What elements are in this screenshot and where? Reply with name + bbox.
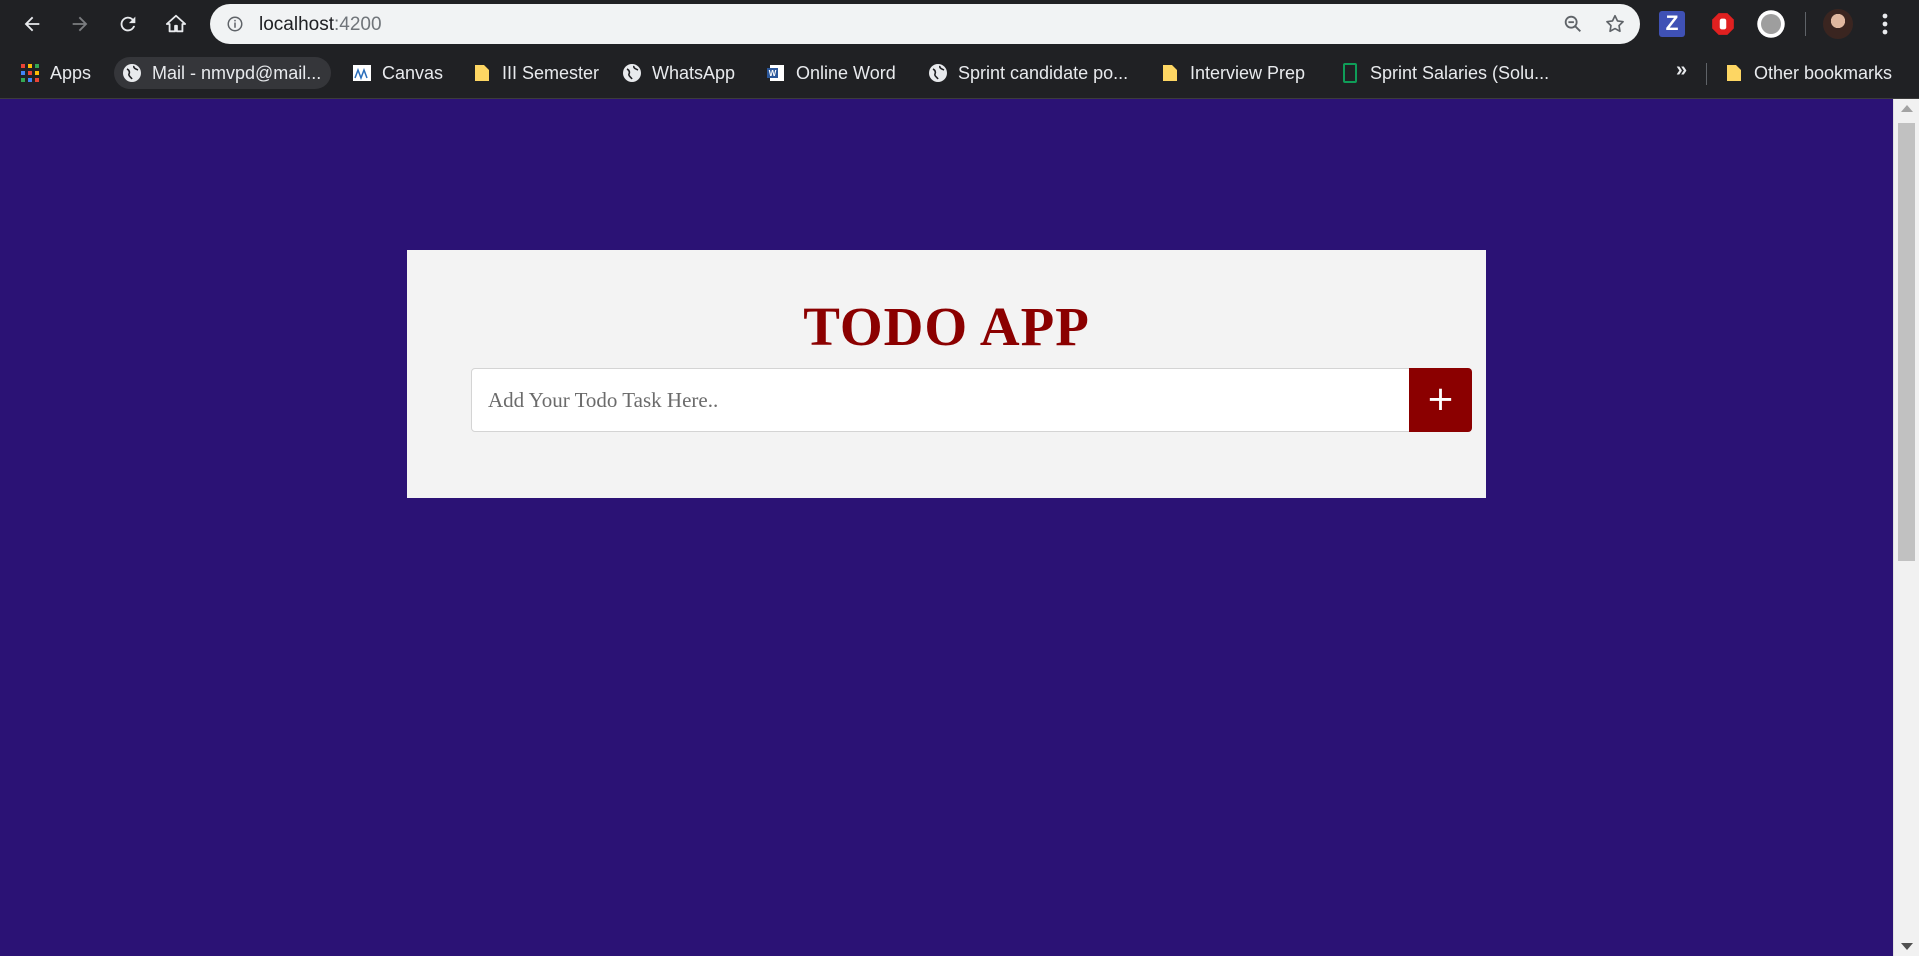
info-icon[interactable] — [226, 15, 244, 33]
bookmark-label: WhatsApp — [652, 62, 736, 83]
folder-icon — [475, 65, 489, 81]
globe-icon — [929, 64, 947, 82]
svg-text:W: W — [769, 69, 777, 78]
bookmark-online-word[interactable]: W Online Word — [760, 57, 902, 89]
url-host: localhost — [259, 14, 334, 35]
page-title: TODO APP — [803, 296, 1090, 357]
bookmark-interview-prep[interactable]: Interview Prep — [1154, 57, 1311, 89]
todo-input[interactable] — [471, 368, 1411, 432]
folder-icon — [1163, 65, 1177, 81]
toolbar-divider — [1805, 12, 1806, 36]
bookmark-apps[interactable]: Apps — [14, 57, 97, 89]
bookmark-label: Mail - nmvpd@mail... — [152, 62, 322, 83]
bookmark-label: Sprint Salaries (Solu... — [1370, 62, 1550, 83]
bookmark-whatsapp[interactable]: WhatsApp — [616, 57, 741, 89]
folder-icon — [1727, 65, 1741, 81]
zoom-out-icon[interactable] — [1562, 13, 1584, 35]
todo-card: TODO APP + — [407, 250, 1486, 498]
bookmark-label: III Semester — [502, 62, 600, 83]
extension-badge-icon[interactable] — [1756, 9, 1786, 39]
profile-avatar[interactable] — [1823, 9, 1853, 39]
scroll-down-arrow-icon[interactable] — [1901, 943, 1913, 950]
url-port: :4200 — [334, 14, 382, 35]
home-icon — [165, 14, 187, 33]
add-todo-button[interactable]: + — [1409, 368, 1472, 432]
home-button[interactable] — [160, 8, 192, 40]
globe-icon — [123, 64, 141, 82]
canvas-icon — [353, 65, 371, 81]
reload-button[interactable] — [112, 8, 144, 40]
bookmarks-overflow-button[interactable]: » — [1676, 59, 1687, 82]
forward-button[interactable] — [64, 8, 96, 40]
z-extension-label: Z — [1665, 12, 1679, 35]
bookmark-label: Sprint candidate po... — [958, 62, 1129, 83]
stop-hand-icon — [1712, 13, 1734, 35]
bookmark-label: Other bookmarks — [1754, 62, 1893, 83]
bookmark-star-icon[interactable] — [1604, 13, 1626, 35]
more-vert-icon[interactable] — [1875, 10, 1895, 38]
vertical-scrollbar[interactable] — [1893, 99, 1919, 956]
bookmark-sprint-salaries[interactable]: Sprint Salaries (Solu... — [1334, 57, 1555, 89]
badge-icon — [1757, 10, 1785, 38]
plus-icon: + — [1426, 379, 1455, 419]
bookmark-label: Interview Prep — [1190, 62, 1306, 83]
url-text[interactable]: localhost:4200 — [259, 14, 382, 36]
address-bar[interactable]: localhost:4200 — [210, 4, 1640, 44]
bookmarks-divider — [1706, 63, 1707, 85]
apps-grid-icon — [21, 64, 39, 82]
adblock-extension-icon[interactable] — [1708, 9, 1738, 39]
scroll-thumb[interactable] — [1898, 123, 1915, 561]
bookmarks-bar: Apps Mail - nmvpd@mail... Canvas III Sem… — [0, 47, 1919, 99]
browser-toolbar: localhost:4200 Z — [0, 0, 1919, 47]
bookmark-label: Apps — [50, 62, 92, 83]
bookmark-mail[interactable]: Mail - nmvpd@mail... — [114, 57, 332, 89]
z-extension-icon[interactable]: Z — [1659, 11, 1685, 37]
bookmark-canvas[interactable]: Canvas — [346, 57, 449, 89]
arrow-left-icon — [24, 16, 40, 32]
globe-icon — [623, 64, 641, 82]
bookmark-sprint-candidate[interactable]: Sprint candidate po... — [922, 57, 1134, 89]
bookmark-iii-semester[interactable]: III Semester — [466, 57, 605, 89]
sheets-icon — [1343, 63, 1357, 83]
arrow-right-icon — [72, 16, 88, 32]
back-button[interactable] — [16, 8, 48, 40]
bookmark-label: Online Word — [796, 62, 896, 83]
bookmark-label: Canvas — [382, 62, 444, 83]
bookmark-other[interactable]: Other bookmarks — [1718, 57, 1898, 89]
reload-icon — [120, 16, 136, 32]
scroll-up-arrow-icon[interactable] — [1901, 105, 1913, 112]
word-icon: W — [767, 65, 784, 81]
